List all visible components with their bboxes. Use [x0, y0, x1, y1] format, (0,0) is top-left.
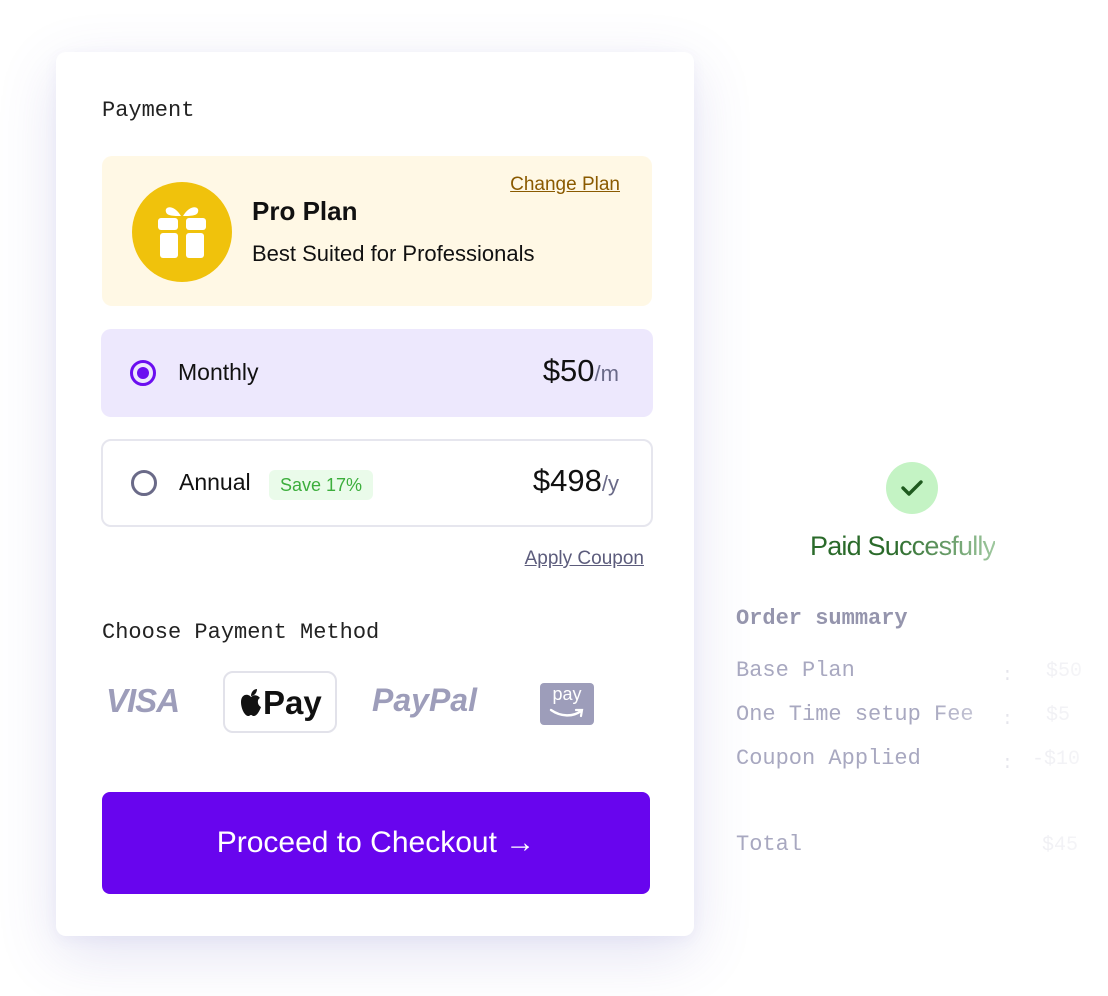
- radio-unselected-icon[interactable]: [131, 470, 157, 496]
- payment-card: Payment Pro Plan Best Suited for Profess…: [56, 52, 694, 936]
- check-icon: [886, 462, 938, 514]
- billing-option-annual[interactable]: Annual Save 17% $498/y: [101, 439, 653, 527]
- radio-selected-icon[interactable]: [130, 360, 156, 386]
- billing-option-label: Monthly: [178, 359, 259, 385]
- payment-method-heading: Choose Payment Method: [102, 620, 380, 645]
- proceed-to-checkout-button[interactable]: Proceed to Checkout →: [102, 792, 650, 894]
- change-plan-link[interactable]: Change Plan: [510, 174, 620, 196]
- plan-name: Pro Plan: [252, 196, 358, 226]
- save-badge: Save 17%: [269, 470, 374, 500]
- order-summary-title: Order summary: [736, 606, 908, 631]
- plan-description: Best Suited for Professionals: [252, 241, 535, 266]
- paypal-logo[interactable]: PayPal: [372, 682, 477, 719]
- amazon-pay-logo[interactable]: pay: [540, 683, 594, 725]
- price-unit: /y: [601, 471, 619, 496]
- amazon-pay-label: pay: [552, 684, 582, 704]
- order-summary: Order summary Base Plan : $50 One Time s…: [736, 606, 1108, 886]
- payment-heading: Payment: [102, 98, 195, 123]
- summary-value: $5: [1046, 704, 1071, 727]
- amazon-smile-icon: [549, 708, 584, 718]
- billing-option-label: Annual: [179, 469, 251, 495]
- gift-icon: [132, 182, 232, 282]
- apple-pay-option[interactable]: Pay: [223, 671, 337, 733]
- payment-success-message: Paid Succesfully: [810, 531, 996, 561]
- apple-icon: [241, 689, 261, 716]
- summary-total-value: $45: [1042, 834, 1079, 857]
- summary-value: -$10: [1032, 748, 1081, 771]
- summary-total-label: Total: [736, 832, 803, 857]
- summary-label: One Time setup Fee: [736, 702, 974, 727]
- summary-value: $50: [1046, 660, 1083, 683]
- summary-separator: :: [1002, 710, 1013, 730]
- billing-option-monthly[interactable]: Monthly $50/m: [101, 329, 653, 417]
- summary-label: Coupon Applied: [736, 746, 921, 771]
- plan-summary: Pro Plan Best Suited for Professionals C…: [102, 156, 652, 306]
- summary-separator: :: [1002, 666, 1013, 686]
- billing-price: $50/m: [543, 353, 619, 389]
- apple-pay-label: Pay: [263, 684, 322, 721]
- visa-logo[interactable]: VISA: [106, 682, 180, 720]
- apply-coupon-link[interactable]: Apply Coupon: [525, 548, 644, 570]
- summary-separator: :: [1002, 754, 1013, 774]
- price-amount: $498: [532, 463, 602, 498]
- summary-label: Base Plan: [736, 658, 855, 683]
- billing-price: $498/y: [533, 463, 619, 499]
- price-amount: $50: [542, 353, 595, 388]
- price-unit: /m: [594, 361, 619, 386]
